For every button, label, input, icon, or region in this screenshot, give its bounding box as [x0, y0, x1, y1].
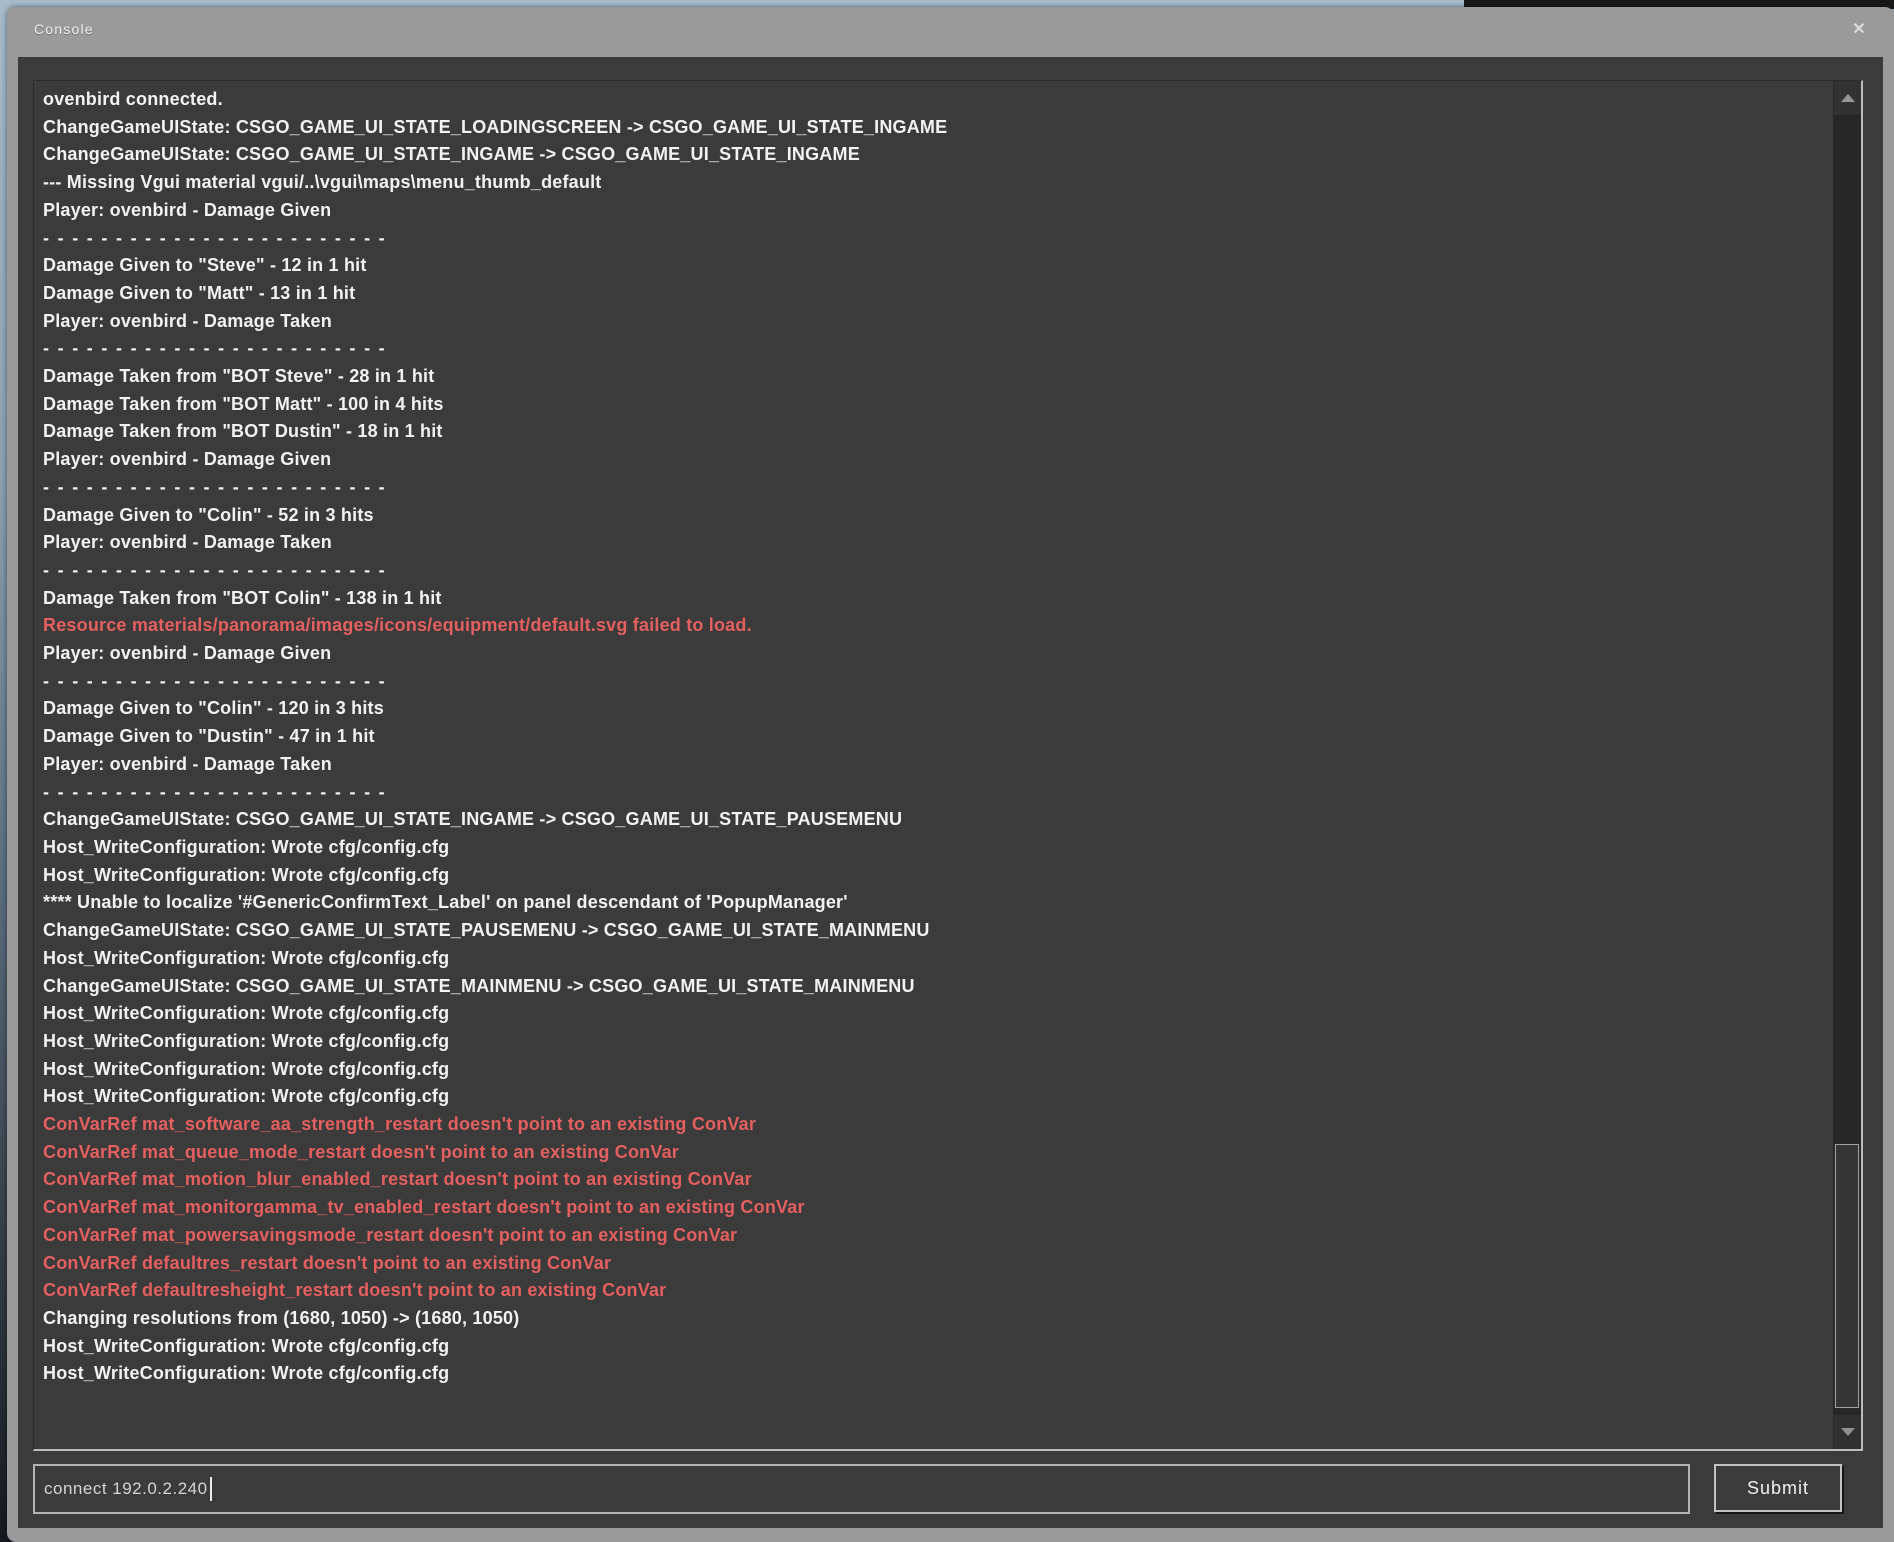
console-line: ovenbird connected.	[43, 86, 1821, 114]
console-line: Player: ovenbird - Damage Given	[43, 446, 1821, 474]
console-line: Damage Taken from "BOT Colin" - 138 in 1…	[43, 585, 1821, 613]
console-line: Damage Given to "Colin" - 120 in 3 hits	[43, 695, 1821, 723]
console-line: Host_WriteConfiguration: Wrote cfg/confi…	[43, 1333, 1821, 1361]
window-title: Console	[34, 21, 94, 37]
console-line-separator: ------------------------	[43, 335, 1821, 363]
console-line-separator: ------------------------	[43, 225, 1821, 253]
console-panel: ovenbird connected.ChangeGameUIState: CS…	[18, 57, 1883, 1528]
console-line-error: ConVarRef mat_powersavingsmode_restart d…	[43, 1222, 1821, 1250]
text-cursor	[210, 1477, 212, 1501]
scroll-up-button[interactable]	[1834, 81, 1861, 115]
console-line-error: ConVarRef defaultres_restart doesn't poi…	[43, 1250, 1821, 1278]
titlebar[interactable]: Console ✕	[7, 7, 1894, 57]
scroll-down-icon	[1841, 1428, 1855, 1436]
console-line-error: Resource materials/panorama/images/icons…	[43, 612, 1821, 640]
console-line-error: ConVarRef mat_software_aa_strength_resta…	[43, 1111, 1821, 1139]
close-icon[interactable]: ✕	[1846, 17, 1872, 43]
console-line-separator: ------------------------	[43, 668, 1821, 696]
console-line: Host_WriteConfiguration: Wrote cfg/confi…	[43, 1360, 1821, 1388]
console-line: Damage Taken from "BOT Dustin" - 18 in 1…	[43, 418, 1821, 446]
console-line-error: ConVarRef defaultresheight_restart doesn…	[43, 1277, 1821, 1305]
console-line: Damage Given to "Colin" - 52 in 3 hits	[43, 502, 1821, 530]
console-line: Changing resolutions from (1680, 1050) -…	[43, 1305, 1821, 1333]
scrollbar[interactable]	[1833, 81, 1861, 1449]
console-output-lines: ovenbird connected.ChangeGameUIState: CS…	[43, 86, 1821, 1445]
console-line: Host_WriteConfiguration: Wrote cfg/confi…	[43, 945, 1821, 973]
console-line: Host_WriteConfiguration: Wrote cfg/confi…	[43, 1083, 1821, 1111]
console-line: ChangeGameUIState: CSGO_GAME_UI_STATE_IN…	[43, 141, 1821, 169]
console-line: Host_WriteConfiguration: Wrote cfg/confi…	[43, 1000, 1821, 1028]
console-line: **** Unable to localize '#GenericConfirm…	[43, 889, 1821, 917]
console-output: ovenbird connected.ChangeGameUIState: CS…	[33, 80, 1863, 1451]
console-line-error: ConVarRef mat_monitorgamma_tv_enabled_re…	[43, 1194, 1821, 1222]
console-line: Host_WriteConfiguration: Wrote cfg/confi…	[43, 1028, 1821, 1056]
console-line: Player: ovenbird - Damage Taken	[43, 529, 1821, 557]
console-line: Damage Taken from "BOT Steve" - 28 in 1 …	[43, 363, 1821, 391]
console-line: Damage Given to "Dustin" - 47 in 1 hit	[43, 723, 1821, 751]
console-line: Player: ovenbird - Damage Taken	[43, 308, 1821, 336]
scroll-down-button[interactable]	[1834, 1415, 1861, 1449]
console-window: Console ✕ ovenbird connected.ChangeGameU…	[7, 7, 1894, 1542]
console-line-error: ConVarRef mat_motion_blur_enabled_restar…	[43, 1166, 1821, 1194]
console-line-separator: ------------------------	[43, 557, 1821, 585]
console-line: ChangeGameUIState: CSGO_GAME_UI_STATE_MA…	[43, 973, 1821, 1001]
console-line: ChangeGameUIState: CSGO_GAME_UI_STATE_PA…	[43, 917, 1821, 945]
console-line-error: ConVarRef mat_queue_mode_restart doesn't…	[43, 1139, 1821, 1167]
console-line: Host_WriteConfiguration: Wrote cfg/confi…	[43, 862, 1821, 890]
console-line: Player: ovenbird - Damage Taken	[43, 751, 1821, 779]
command-input[interactable]: connect 192.0.2.240	[33, 1464, 1690, 1514]
console-line-separator: ------------------------	[43, 474, 1821, 502]
command-input-value: connect 192.0.2.240	[44, 1479, 208, 1499]
scrollbar-thumb[interactable]	[1835, 1144, 1859, 1408]
console-line: Damage Given to "Matt" - 13 in 1 hit	[43, 280, 1821, 308]
console-line: Damage Given to "Steve" - 12 in 1 hit	[43, 252, 1821, 280]
console-line: ChangeGameUIState: CSGO_GAME_UI_STATE_LO…	[43, 114, 1821, 142]
console-line: ChangeGameUIState: CSGO_GAME_UI_STATE_IN…	[43, 806, 1821, 834]
submit-button[interactable]: Submit	[1714, 1464, 1842, 1512]
console-line: Host_WriteConfiguration: Wrote cfg/confi…	[43, 834, 1821, 862]
console-line: Player: ovenbird - Damage Given	[43, 197, 1821, 225]
console-line-separator: ------------------------	[43, 779, 1821, 807]
console-line: Player: ovenbird - Damage Given	[43, 640, 1821, 668]
submit-button-label: Submit	[1747, 1478, 1809, 1499]
scroll-up-icon	[1841, 94, 1855, 102]
console-line: --- Missing Vgui material vgui/..\vgui\m…	[43, 169, 1821, 197]
console-line: Damage Taken from "BOT Matt" - 100 in 4 …	[43, 391, 1821, 419]
console-line: Host_WriteConfiguration: Wrote cfg/confi…	[43, 1056, 1821, 1084]
